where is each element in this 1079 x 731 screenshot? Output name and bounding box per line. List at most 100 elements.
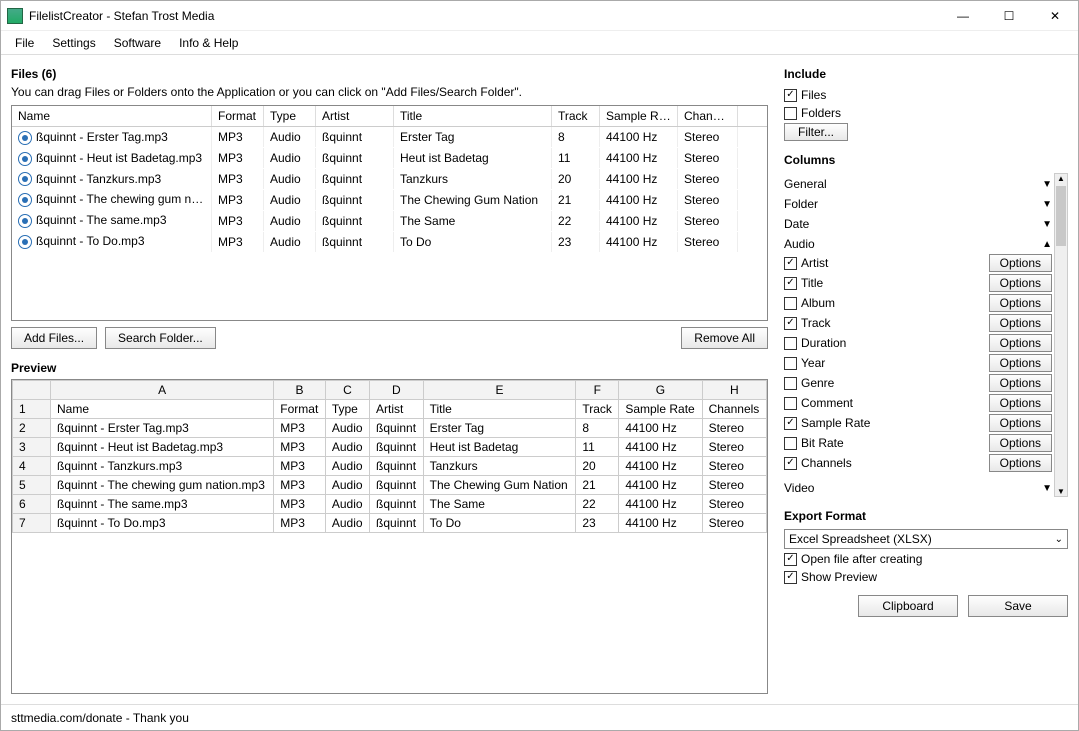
columns-scrollbar[interactable]: ▲ ▼ (1054, 173, 1068, 497)
file-row[interactable]: ßquinnt - The chewing gum na...MP3Audioß… (12, 189, 767, 210)
preview-cell[interactable]: ßquinnt - The chewing gum nation.mp3 (51, 476, 274, 495)
column-option-album[interactable]: AlbumOptions (784, 293, 1052, 313)
options-button[interactable]: Options (989, 354, 1052, 372)
preview-cell[interactable]: Title (423, 400, 576, 419)
col-header-title[interactable]: Title (394, 106, 552, 126)
column-option-comment[interactable]: CommentOptions (784, 393, 1052, 413)
file-row[interactable]: ßquinnt - To Do.mp3MP3AudioßquinntTo Do2… (12, 231, 767, 252)
preview-cell[interactable]: 21 (576, 476, 619, 495)
preview-cell[interactable]: 44100 Hz (619, 457, 702, 476)
options-button[interactable]: Options (989, 434, 1052, 452)
options-button[interactable]: Options (989, 454, 1052, 472)
preview-cell[interactable]: Stereo (702, 476, 766, 495)
export-format-select[interactable]: Excel Spreadsheet (XLSX) ⌄ (784, 529, 1068, 549)
options-button[interactable]: Options (989, 374, 1052, 392)
preview-cell[interactable]: The Same (423, 495, 576, 514)
preview-cell[interactable]: Channels (702, 400, 766, 419)
column-option-sample-rate[interactable]: Sample RateOptions (784, 413, 1052, 433)
options-button[interactable]: Options (989, 314, 1052, 332)
col-header-name[interactable]: Name (12, 106, 212, 126)
options-button[interactable]: Options (989, 274, 1052, 292)
maximize-button[interactable]: ☐ (986, 1, 1032, 31)
preview-cell[interactable]: 8 (576, 419, 619, 438)
col-header-channels[interactable]: Channels (678, 106, 738, 126)
preview-cell[interactable]: Stereo (702, 495, 766, 514)
group-date[interactable]: Date▼ (784, 215, 1052, 233)
preview-cell[interactable]: 11 (576, 438, 619, 457)
include-folders-checkbox[interactable]: Folders (784, 105, 1068, 121)
preview-cell[interactable]: Stereo (702, 438, 766, 457)
options-button[interactable]: Options (989, 294, 1052, 312)
preview-cell[interactable]: MP3 (274, 457, 326, 476)
preview-cell[interactable]: The Chewing Gum Nation (423, 476, 576, 495)
menu-settings[interactable]: Settings (44, 34, 103, 52)
preview-col-header[interactable]: B (274, 381, 326, 400)
preview-cell[interactable]: ßquinnt - Heut ist Badetag.mp3 (51, 438, 274, 457)
preview-cell[interactable]: MP3 (274, 514, 326, 533)
preview-cell[interactable]: Audio (325, 514, 369, 533)
preview-cell[interactable]: Audio (325, 495, 369, 514)
close-button[interactable]: ✕ (1032, 1, 1078, 31)
preview-cell[interactable]: 44100 Hz (619, 495, 702, 514)
column-option-duration[interactable]: DurationOptions (784, 333, 1052, 353)
preview-cell[interactable]: Format (274, 400, 326, 419)
preview-cell[interactable]: Erster Tag (423, 419, 576, 438)
preview-cell[interactable]: Audio (325, 457, 369, 476)
preview-cell[interactable]: ßquinnt (370, 438, 424, 457)
preview-col-header[interactable]: H (702, 381, 766, 400)
preview-cell[interactable]: Sample Rate (619, 400, 702, 419)
options-button[interactable]: Options (989, 414, 1052, 432)
preview-col-header[interactable]: E (423, 381, 576, 400)
preview-cell[interactable]: To Do (423, 514, 576, 533)
col-header-type[interactable]: Type (264, 106, 316, 126)
col-header-artist[interactable]: Artist (316, 106, 394, 126)
preview-table[interactable]: ABCDEFGH1NameFormatTypeArtistTitleTrackS… (11, 379, 768, 694)
preview-cell[interactable]: 44100 Hz (619, 514, 702, 533)
show-preview-checkbox[interactable]: Show Preview (784, 569, 1068, 585)
column-option-title[interactable]: TitleOptions (784, 273, 1052, 293)
menu-software[interactable]: Software (106, 34, 169, 52)
preview-cell[interactable]: Track (576, 400, 619, 419)
file-row[interactable]: ßquinnt - Erster Tag.mp3MP3AudioßquinntE… (12, 127, 767, 148)
group-folder[interactable]: Folder▼ (784, 195, 1052, 213)
preview-cell[interactable]: MP3 (274, 476, 326, 495)
column-option-channels[interactable]: ChannelsOptions (784, 453, 1052, 473)
group-video[interactable]: Video▼ (784, 479, 1052, 497)
preview-cell[interactable]: ßquinnt (370, 495, 424, 514)
options-button[interactable]: Options (989, 254, 1052, 272)
file-row[interactable]: ßquinnt - Heut ist Badetag.mp3MP3Audioßq… (12, 148, 767, 169)
preview-cell[interactable]: Stereo (702, 457, 766, 476)
column-option-year[interactable]: YearOptions (784, 353, 1052, 373)
preview-cell[interactable]: ßquinnt (370, 457, 424, 476)
search-folder-button[interactable]: Search Folder... (105, 327, 216, 349)
preview-cell[interactable]: ßquinnt (370, 476, 424, 495)
save-button[interactable]: Save (968, 595, 1068, 617)
group-general[interactable]: General▼ (784, 175, 1052, 193)
include-files-checkbox[interactable]: Files (784, 87, 1068, 103)
column-option-bit-rate[interactable]: Bit RateOptions (784, 433, 1052, 453)
preview-cell[interactable]: Name (51, 400, 274, 419)
preview-cell[interactable]: ßquinnt (370, 514, 424, 533)
preview-col-header[interactable]: F (576, 381, 619, 400)
column-option-genre[interactable]: GenreOptions (784, 373, 1052, 393)
preview-col-header[interactable]: G (619, 381, 702, 400)
menu-info[interactable]: Info & Help (171, 34, 246, 52)
minimize-button[interactable]: — (940, 1, 986, 31)
col-header-sample-rate[interactable]: Sample Rate (600, 106, 678, 126)
group-audio[interactable]: Audio▲ (784, 235, 1052, 253)
preview-cell[interactable]: Heut ist Badetag (423, 438, 576, 457)
col-header-format[interactable]: Format (212, 106, 264, 126)
preview-cell[interactable]: Stereo (702, 514, 766, 533)
column-option-track[interactable]: TrackOptions (784, 313, 1052, 333)
preview-cell[interactable]: Artist (370, 400, 424, 419)
preview-cell[interactable]: ßquinnt - Tanzkurs.mp3 (51, 457, 274, 476)
col-header-track[interactable]: Track (552, 106, 600, 126)
preview-col-header[interactable] (13, 381, 51, 400)
file-row[interactable]: ßquinnt - The same.mp3MP3AudioßquinntThe… (12, 210, 767, 231)
preview-cell[interactable]: 22 (576, 495, 619, 514)
clipboard-button[interactable]: Clipboard (858, 595, 958, 617)
preview-cell[interactable]: Audio (325, 438, 369, 457)
preview-cell[interactable]: 44100 Hz (619, 438, 702, 457)
remove-all-button[interactable]: Remove All (681, 327, 768, 349)
preview-cell[interactable]: Stereo (702, 419, 766, 438)
